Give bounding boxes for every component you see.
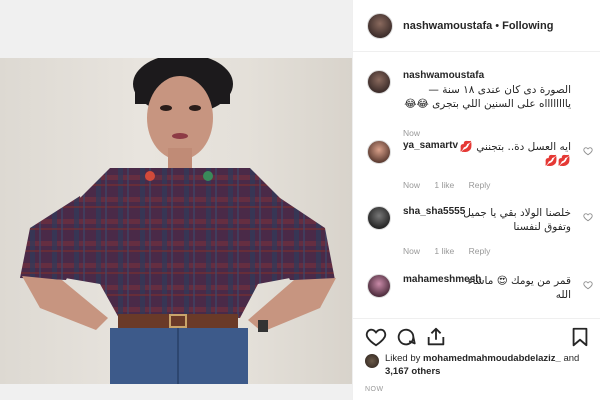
caption-username[interactable]: nashwamoustafa <box>403 70 484 81</box>
comment-item: sha_sha5555 خلصنا الولاد بقي يا جميل وتف… <box>367 206 593 262</box>
comment-meta: Now 1 like Reply <box>403 180 502 190</box>
comment-time[interactable]: Now <box>403 246 420 256</box>
comment-text: خلصنا الولاد بقي يا جميل وتفوق لنفسنا <box>463 207 571 233</box>
post-actions <box>365 326 591 348</box>
post-timestamp[interactable]: NOW <box>365 386 384 393</box>
following-button[interactable]: Following <box>502 20 553 32</box>
comment-time[interactable]: Now <box>403 180 420 190</box>
comment-item: ya_samartv ايه العسل دة.. بتجنني 💋💋💋 Now… <box>367 140 593 196</box>
share-icon[interactable] <box>425 326 447 348</box>
caption-meta: Now <box>403 128 432 138</box>
bookmark-icon[interactable] <box>569 326 591 348</box>
caption-item: nashwamoustafa الصورة دى كان عندى ١٨ سنة… <box>367 70 593 140</box>
photo-illustration <box>20 58 336 384</box>
reply-button[interactable]: Reply <box>469 180 491 190</box>
commenter-username[interactable]: sha_sha5555 <box>403 206 465 217</box>
caption-avatar[interactable] <box>367 70 391 94</box>
like-comment-heart-icon[interactable] <box>583 146 593 156</box>
comment-likes[interactable]: 1 like <box>434 180 454 190</box>
comment-meta: Now 1 like Reply <box>403 246 502 256</box>
post-photo[interactable] <box>0 58 352 384</box>
commenter-avatar[interactable] <box>367 206 391 230</box>
comment-icon[interactable] <box>395 326 417 348</box>
likes-conjunction: and <box>563 353 580 364</box>
comments-list[interactable]: nashwamoustafa الصورة دى كان عندى ١٨ سنة… <box>353 60 600 318</box>
comment-item: mahameshmesh قمر من يومك 😍 ماشاء الله <box>367 274 593 314</box>
likes-summary: Liked by mohamedmahmoudabdelaziz_ and 3,… <box>365 352 591 378</box>
reply-button[interactable]: Reply <box>469 246 491 256</box>
comment-text: ايه العسل دة.. بتجنني 💋💋💋 <box>459 141 571 167</box>
like-comment-heart-icon[interactable] <box>583 212 593 222</box>
header-separator: • <box>495 19 500 32</box>
likes-prefix: Liked by <box>385 353 421 364</box>
heart-icon[interactable] <box>365 326 387 348</box>
commenter-avatar[interactable] <box>367 140 391 164</box>
author-username[interactable]: nashwamoustafa <box>403 20 492 32</box>
actions-divider <box>353 318 600 319</box>
liker-username[interactable]: mohamedmahmoudabdelaziz_ <box>423 353 561 364</box>
like-comment-heart-icon[interactable] <box>583 280 593 290</box>
commenter-avatar[interactable] <box>367 274 391 298</box>
comment-likes[interactable]: 1 like <box>434 246 454 256</box>
post-side-panel: nashwamoustafa • Following nashwamoustaf… <box>352 0 600 400</box>
caption-time[interactable]: Now <box>403 128 420 138</box>
post-header: nashwamoustafa • Following <box>353 0 600 52</box>
liker-avatar[interactable] <box>365 354 379 368</box>
likes-others[interactable]: 3,167 others <box>385 366 440 377</box>
comment-text: قمر من يومك 😍 ماشاء الله <box>467 275 571 301</box>
post-media-area <box>0 0 352 400</box>
caption-text: الصورة دى كان عندى ١٨ سنة — يااااااااه ع… <box>404 84 571 110</box>
commenter-username[interactable]: ya_samartv <box>403 140 458 151</box>
author-avatar[interactable] <box>367 12 393 39</box>
